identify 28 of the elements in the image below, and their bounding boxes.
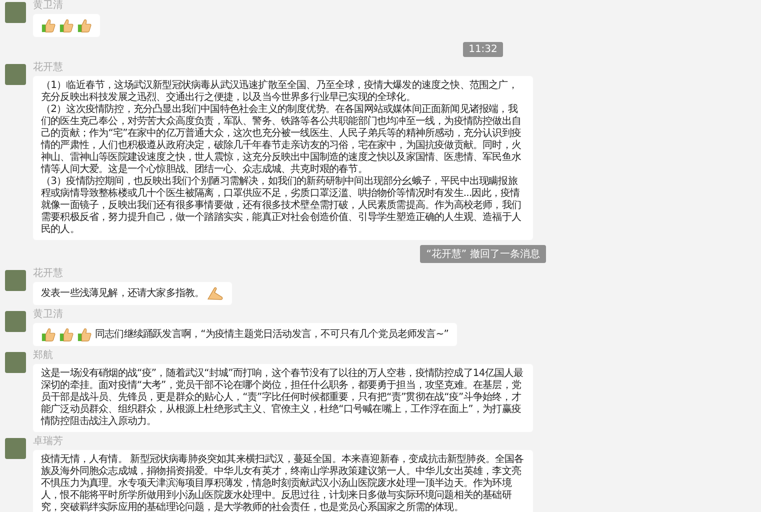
message-text: 疫情无情，人有情。 新型冠状病毒肺炎突如其来横扫武汉，蔓延全国。本来喜迎新春，变成抗击新型肺炎。全国各族及海外同胞众志成城，捐物捐资捐爱。中华儿女有英才，终南山学界政策建议第一人。中华儿女出英雄，李文亮不惧压力为真理。水专项天津滨海项目厚积薄发，情急时刻贡献武汉小汤山医院废水处理一顶半边天。作为环境人，恨不能将平时所学所做用到小汤山医院废水处理中。反思过往，计划来日多做与实际环境问题相关的基础研究，突破羁绊实际应用的基础理论问题，是大学教师的社会责任，也是党员心系国家之所需的体现。 [41,454,525,512]
timestamp: 11:32 [462,42,504,57]
thumbs-up-icon [77,18,92,33]
thumbs-up-icon [59,327,74,342]
avatar-picture[interactable] [5,438,26,459]
pressed-hands-icon [207,286,224,301]
avatar-picture[interactable] [5,270,26,291]
recall-notice: “花开慧” 撤回了一条消息 [420,245,546,263]
avatar-picture[interactable] [5,311,26,332]
thumbs-up-icon [41,18,56,33]
sender-name: 花开慧 [33,268,63,280]
thumbs-up-icon [41,327,56,342]
avatar-picture[interactable] [5,352,26,373]
message-text: （3）疫情防控期间，也反映出我们个别陋习需解决，如我们的新药研制中间出现部分幺蛾子，平民中出现瞒报旅程或病情导致整栋楼或几十个医生被隔离，口罩供应不足，劣质口罩泛滥、哄抬物价等情况时有发生...因此，疫情就像一面镜子，反映出我们还有很多事情要做，还有很多技术壁垒需打破，人民素质需提高。作为高校老师，我们需要积极反省，努力提升自己，做一个踏踏实实，能真正对社会创造价值、引导学生塑造正确的人生观、造福于人民的人。 [41,176,522,236]
thumbs-up-icon [59,18,74,33]
sender-name: 花开慧 [33,62,63,74]
avatar-picture[interactable] [5,2,26,23]
message-text: （1）临近春节，这场武汉新型冠状病毒从武汉迅速扩散至全国、乃至全球，疫情大爆发的速度之快、范围之广，充分反映出科技发展之迅烈、交通出行之便捷，以及当今世界多行业早已实现的全球化。 [41,80,518,104]
message-text: 这是一场没有硝烟的战“疫”，随着武汉“封城”而打响，这个春节没有了以往的万人空巷，疫情防控成了14亿国人最深切的牵挂。面对疫情“大考”，党员干部不论在哪个岗位，担任什么职务，都要勇于担当，攻坚克难。在基层，党员干部是战斗员、先锋员，更是群众的贴心人，“责”字比任何时候都重要，只有把“责”贯彻在战“疫”斗争始终，才能广泛动员群众、组织群众，从根源上杜绝形式主义、官僚主义，杜绝“口号喊在嘴上，工作浮在面上”，为打赢疫情防控阻击战注入原动力。 [41,368,524,428]
sender-name: 黄卫清 [33,309,63,321]
message-text: 同志们继续踊跃发言啊，“为疫情主题党日活动发言，不可只有几个党员老师发言~” [95,328,449,340]
sender-name: 黄卫清 [33,0,63,12]
sender-name: 卓瑞芳 [33,436,63,448]
thumbs-up-icon [77,327,92,342]
avatar-picture[interactable] [5,64,26,85]
message-text: 发表一些浅薄见解，还请大家多指教。 [41,288,204,300]
message-text: （2）这次疫情防控，充分凸显出我们中国特色社会主义的制度优势。在各国网站或媒体间正面新闻见诸报端，我们的医生克己奉公，对劳苦大众高度负责，军队、警务、铁路等各公共职能部门也均冲至一线，为疫情防控做出自己的贡献；作为“宅”在家中的亿万普通大众，这次也充分被一线医生、人民子弟兵等的精神所感动，充分认识到疫情的严肃性，人们也积极遵从政府决定，破除几千年春节走亲访友的习俗，宅在家中，为国抗疫做贡献。同时，火神山、雷神山等医院建设速度之快，世人震惊，这充分反映出中国制造的速度之快以及家国情、医患情、军民鱼水情等人间大爱。这是一个心惊胆战、团结一心、众志成城、共克时艰的春节。 [41,104,522,176]
sender-name: 郑航 [33,350,53,362]
